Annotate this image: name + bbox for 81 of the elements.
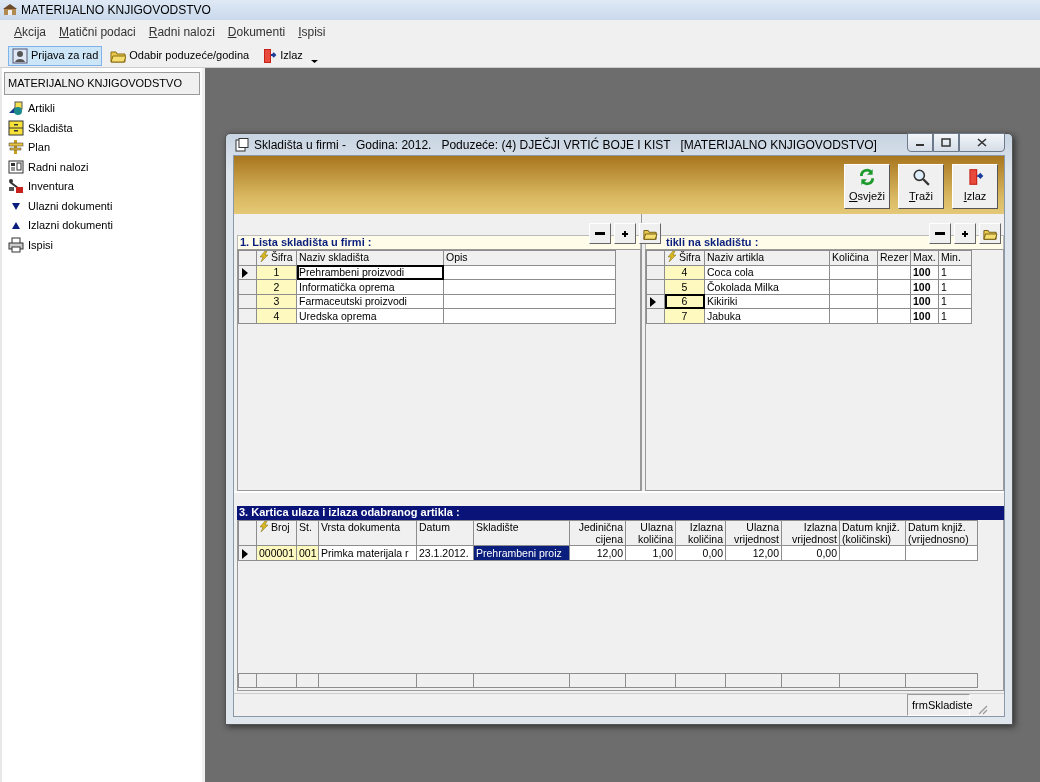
- add-button[interactable]: [954, 223, 976, 244]
- remove-button[interactable]: [929, 223, 951, 244]
- column-header[interactable]: Naziv artikla: [704, 250, 830, 265]
- toolbar-button[interactable]: Osvježi: [844, 164, 890, 209]
- menu-item[interactable]: Matični podaci: [59, 23, 136, 41]
- tools-icon: [8, 178, 24, 195]
- menu-item[interactable]: Dokumenti: [227, 23, 286, 41]
- column-header[interactable]: Datum: [416, 520, 474, 546]
- column-header[interactable]: Opis: [443, 250, 616, 265]
- toolbar-button[interactable]: Prijava za rad: [8, 45, 103, 66]
- search-icon: [912, 168, 930, 187]
- lightning-icon: [667, 251, 677, 262]
- status-text: frmSkladiste: [907, 693, 970, 717]
- sidebar-header: MATERIJALNO KNJIGOVODSTVO: [4, 72, 200, 95]
- shapes-icon: [8, 100, 24, 117]
- sidebar-item[interactable]: Artikli: [2, 98, 202, 118]
- current-row-icon: [650, 297, 656, 308]
- menu-item[interactable]: Akcija: [14, 23, 47, 41]
- plus-icon: [961, 229, 969, 238]
- window-title: Skladišta u firmi - Godina: 2012. Poduzeće: (4) DJEČJI VRTIĆ BOJE I KIST [MATERIJALNO KNJIGOVODSTVO]: [254, 136, 877, 154]
- column-header[interactable]: Vrsta dokumenta: [318, 520, 417, 546]
- sidebar-item[interactable]: Ispisi: [2, 235, 202, 255]
- toolbar-button[interactable]: Traži: [898, 164, 944, 209]
- current-row-icon: [242, 548, 248, 559]
- sidebar-item[interactable]: Skladišta: [2, 118, 202, 138]
- exit-door-icon: [966, 168, 984, 187]
- column-header[interactable]: Šifra: [256, 250, 297, 265]
- column-header[interactable]: Ulazna količina: [625, 520, 676, 546]
- menu-item[interactable]: Ispisi: [298, 23, 326, 41]
- table-cell: 6: [664, 294, 705, 309]
- column-header[interactable]: Izlazna količina: [675, 520, 726, 546]
- column-header[interactable]: Količina: [829, 250, 878, 265]
- column-header[interactable]: Datum knjiž. (količinski): [839, 520, 906, 546]
- refresh-icon: [858, 168, 876, 187]
- sidebar-item[interactable]: Inventura: [2, 176, 202, 196]
- column-header[interactable]: Izlazna vrijednost: [781, 520, 840, 546]
- sidebar-item[interactable]: Ulazni dokumenti: [2, 196, 202, 216]
- menu-item[interactable]: Radni nalozi: [148, 23, 215, 41]
- column-header[interactable]: St.: [296, 520, 319, 546]
- column-header[interactable]: Max.: [910, 250, 939, 265]
- lightning-icon: [259, 251, 269, 262]
- open-folder-button[interactable]: [979, 223, 1001, 244]
- column-header[interactable]: Naziv skladišta: [296, 250, 444, 265]
- person-icon: [12, 47, 28, 64]
- close-button[interactable]: [959, 133, 1005, 152]
- column-header[interactable]: Min.: [938, 250, 972, 265]
- app-icon: [3, 4, 17, 16]
- remove-button[interactable]: [589, 223, 611, 244]
- exit-door-icon: [261, 47, 278, 64]
- column-header[interactable]: Skladište: [473, 520, 570, 546]
- column-header[interactable]: Šifra: [664, 250, 705, 265]
- cabinet-icon: [8, 119, 24, 136]
- close-icon: [977, 138, 987, 147]
- current-row-icon: [242, 268, 248, 279]
- sidebar-item[interactable]: Izlazni dokumenti: [2, 215, 202, 235]
- signpost-icon: [8, 139, 24, 156]
- open-folder-button[interactable]: [639, 223, 661, 244]
- sidebar-item[interactable]: Radni nalozi: [2, 157, 202, 177]
- toolbar-button[interactable]: Izlaz: [952, 164, 998, 209]
- section-title: 1. Lista skladišta u firmi :: [237, 235, 641, 249]
- minimize-button[interactable]: [907, 133, 933, 152]
- sidebar-item[interactable]: Plan: [2, 137, 202, 157]
- toolbar-button[interactable]: Izlaz: [257, 45, 307, 66]
- plus-icon: [621, 229, 629, 238]
- section-title: 3. Kartica ulaza i izlaza odabranog artikla :: [237, 506, 1004, 520]
- column-header[interactable]: Jedinična cijena: [569, 520, 626, 546]
- table-cell: Prehrambeni proizvodi: [296, 265, 444, 280]
- resize-grip-icon: [976, 703, 988, 715]
- window-icon: [235, 137, 249, 152]
- column-header[interactable]: Datum knjiž. (vrijednosno): [905, 520, 978, 546]
- app-title: MATERIJALNO KNJIGOVODSTVO: [21, 2, 211, 19]
- maximize-button[interactable]: [933, 133, 959, 152]
- toolbar-button[interactable]: Odabir poduzeće/godina: [106, 45, 254, 66]
- lightning-icon: [259, 521, 269, 532]
- form-icon: [8, 158, 24, 175]
- printer-icon: [8, 236, 24, 253]
- maximize-icon: [941, 138, 951, 147]
- column-header[interactable]: Rezer: [877, 250, 911, 265]
- add-button[interactable]: [614, 223, 636, 244]
- column-header[interactable]: Broj: [256, 520, 297, 546]
- column-header[interactable]: Ulazna vrijednost: [725, 520, 782, 546]
